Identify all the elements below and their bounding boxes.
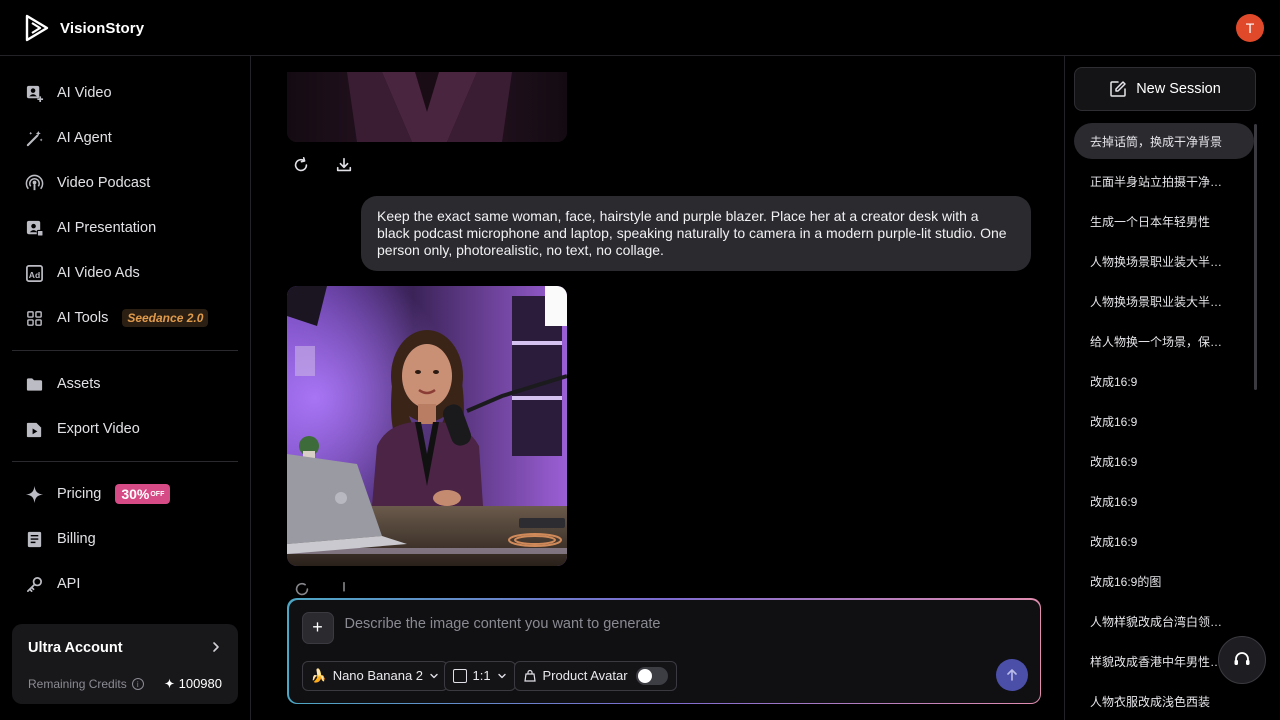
session-item[interactable]: 正面半身站立拍摄干净背景 xyxy=(1074,163,1254,199)
chevron-down-icon xyxy=(430,673,438,678)
new-session-button[interactable]: New Session xyxy=(1074,67,1256,111)
arrow-up-icon xyxy=(1006,668,1017,681)
magic-wand-icon xyxy=(24,128,45,149)
session-item[interactable]: 生成一个日本年轻男性 xyxy=(1074,203,1254,239)
download-icon xyxy=(336,157,352,172)
top-bar: VisionStory T xyxy=(0,0,1280,56)
session-item[interactable]: 人物衣服改成浅色西装 xyxy=(1074,683,1254,719)
refresh-icon[interactable] xyxy=(293,580,311,598)
sidebar: AI Video AI Agent Video Podcast AI Prese… xyxy=(0,56,251,720)
session-item[interactable]: 给人物换一个场景，保持人物 xyxy=(1074,323,1254,359)
previous-generated-image[interactable] xyxy=(287,72,567,142)
edit-icon xyxy=(1110,81,1126,97)
folder-icon xyxy=(24,374,45,395)
product-avatar-toggle-chip: Product Avatar xyxy=(513,660,677,691)
sidebar-item-label: AI Agent xyxy=(57,130,112,146)
support-button[interactable] xyxy=(1218,636,1266,684)
model-select[interactable]: 🍌 Nano Banana 2 xyxy=(301,660,449,691)
session-item[interactable]: 改成16:9的图 xyxy=(1074,563,1254,599)
user-message-bubble: Keep the exact same woman, face, hairsty… xyxy=(361,196,1031,271)
square-icon xyxy=(452,668,467,683)
sidebar-item-ai-video[interactable]: AI Video xyxy=(24,81,112,105)
generated-image-actions xyxy=(287,576,377,596)
export-video-icon xyxy=(24,419,45,440)
session-item[interactable]: 人物换场景职业装大半身照 xyxy=(1074,283,1254,319)
product-avatar-toggle[interactable] xyxy=(635,666,668,685)
divider xyxy=(12,350,238,351)
sidebar-item-api[interactable]: API xyxy=(24,572,80,596)
sidebar-item-ai-tools[interactable]: AI Tools Seedance 2.0 xyxy=(24,306,209,330)
session-item[interactable]: 改成16:9 xyxy=(1074,363,1254,399)
sidebar-item-label: AI Presentation xyxy=(57,220,157,236)
app-name: VisionStory xyxy=(60,19,145,37)
aspect-ratio-select[interactable]: 1:1 xyxy=(443,660,516,691)
session-item[interactable]: 人物样貌改成台湾白领，保持 xyxy=(1074,603,1254,639)
banana-icon: 🍌 xyxy=(310,667,327,683)
chevron-down-icon xyxy=(497,673,506,678)
session-item[interactable]: 改成16:9 xyxy=(1074,403,1254,439)
key-icon xyxy=(24,574,45,595)
logo[interactable]: VisionStory xyxy=(24,14,144,42)
sidebar-item-video-podcast[interactable]: Video Podcast xyxy=(24,171,150,195)
sidebar-item-billing[interactable]: Billing xyxy=(24,527,96,551)
presentation-icon xyxy=(24,218,45,239)
plus-icon: + xyxy=(312,617,323,637)
divider xyxy=(12,461,238,462)
session-item[interactable]: 改成16:9 xyxy=(1074,523,1254,559)
account-card[interactable]: Ultra Account Remaining Credits i 100980 xyxy=(12,624,238,704)
user-avatar[interactable]: T xyxy=(1236,14,1264,42)
logo-icon xyxy=(25,14,49,42)
prompt-composer: + 🍌 Nano Banana 2 1:1 Product Avatar xyxy=(287,598,1041,704)
refresh-icon xyxy=(294,156,308,172)
sidebar-item-label: Assets xyxy=(57,376,101,392)
chevron-right-icon xyxy=(213,642,219,652)
session-item[interactable]: 改成16:9 xyxy=(1074,483,1254,519)
remaining-credits-label: Remaining Credits i xyxy=(28,677,144,691)
headset-icon xyxy=(1234,652,1250,665)
session-panel: New Session 去掉话筒，换成干净背景 正面半身站立拍摄干净背景 生成一… xyxy=(1064,56,1280,720)
sidebar-item-label: AI Video xyxy=(57,85,112,101)
info-icon[interactable]: i xyxy=(131,678,144,690)
product-avatar-icon xyxy=(523,669,536,682)
grid-icon xyxy=(24,308,45,329)
sparkle-icon xyxy=(24,484,45,505)
send-button[interactable] xyxy=(995,658,1028,691)
discount-badge: 30% OFF xyxy=(115,484,171,504)
credit-sparkle-icon xyxy=(164,678,175,689)
svg-text:Ad: Ad xyxy=(29,269,40,279)
sidebar-item-label: AI Tools xyxy=(57,310,109,326)
session-item[interactable]: 改成16:9 xyxy=(1074,443,1254,479)
credits-count: 100980 xyxy=(164,676,222,691)
session-scrollbar[interactable] xyxy=(1254,124,1257,390)
prompt-input[interactable] xyxy=(344,613,985,634)
sidebar-item-pricing[interactable]: Pricing 30% OFF xyxy=(24,482,171,506)
sidebar-item-label: Video Podcast xyxy=(57,175,151,191)
ad-icon: Ad xyxy=(24,263,45,284)
session-item[interactable]: 人物换场景职业装大半身照 xyxy=(1074,243,1254,279)
sidebar-item-label: Billing xyxy=(57,531,96,547)
user-video-icon xyxy=(24,83,45,104)
regenerate-button[interactable] xyxy=(289,153,313,177)
add-attachment-button[interactable]: + xyxy=(301,611,334,644)
billing-icon xyxy=(24,529,45,550)
generated-image[interactable] xyxy=(287,286,567,566)
sidebar-item-label: API xyxy=(57,576,81,592)
podcast-icon xyxy=(24,173,45,194)
sidebar-item-assets[interactable]: Assets xyxy=(24,372,101,396)
sidebar-item-label: AI Video Ads xyxy=(57,265,140,281)
session-item[interactable]: 去掉话筒，换成干净背景 xyxy=(1074,123,1254,159)
sidebar-item-ai-agent[interactable]: AI Agent xyxy=(24,126,112,150)
sidebar-item-ai-presentation[interactable]: AI Presentation xyxy=(24,216,156,240)
download-button[interactable] xyxy=(332,153,356,177)
account-title: Ultra Account xyxy=(28,640,123,656)
sidebar-item-label: Export Video xyxy=(57,421,140,437)
chat-area: Keep the exact same woman, face, hairsty… xyxy=(251,56,1064,720)
sidebar-item-ai-video-ads[interactable]: Ad AI Video Ads xyxy=(24,261,140,285)
seedance-badge: Seedance 2.0 xyxy=(122,309,209,327)
sidebar-item-export-video[interactable]: Export Video xyxy=(24,417,140,441)
sidebar-item-label: Pricing xyxy=(57,486,102,502)
download-icon[interactable] xyxy=(335,580,353,598)
